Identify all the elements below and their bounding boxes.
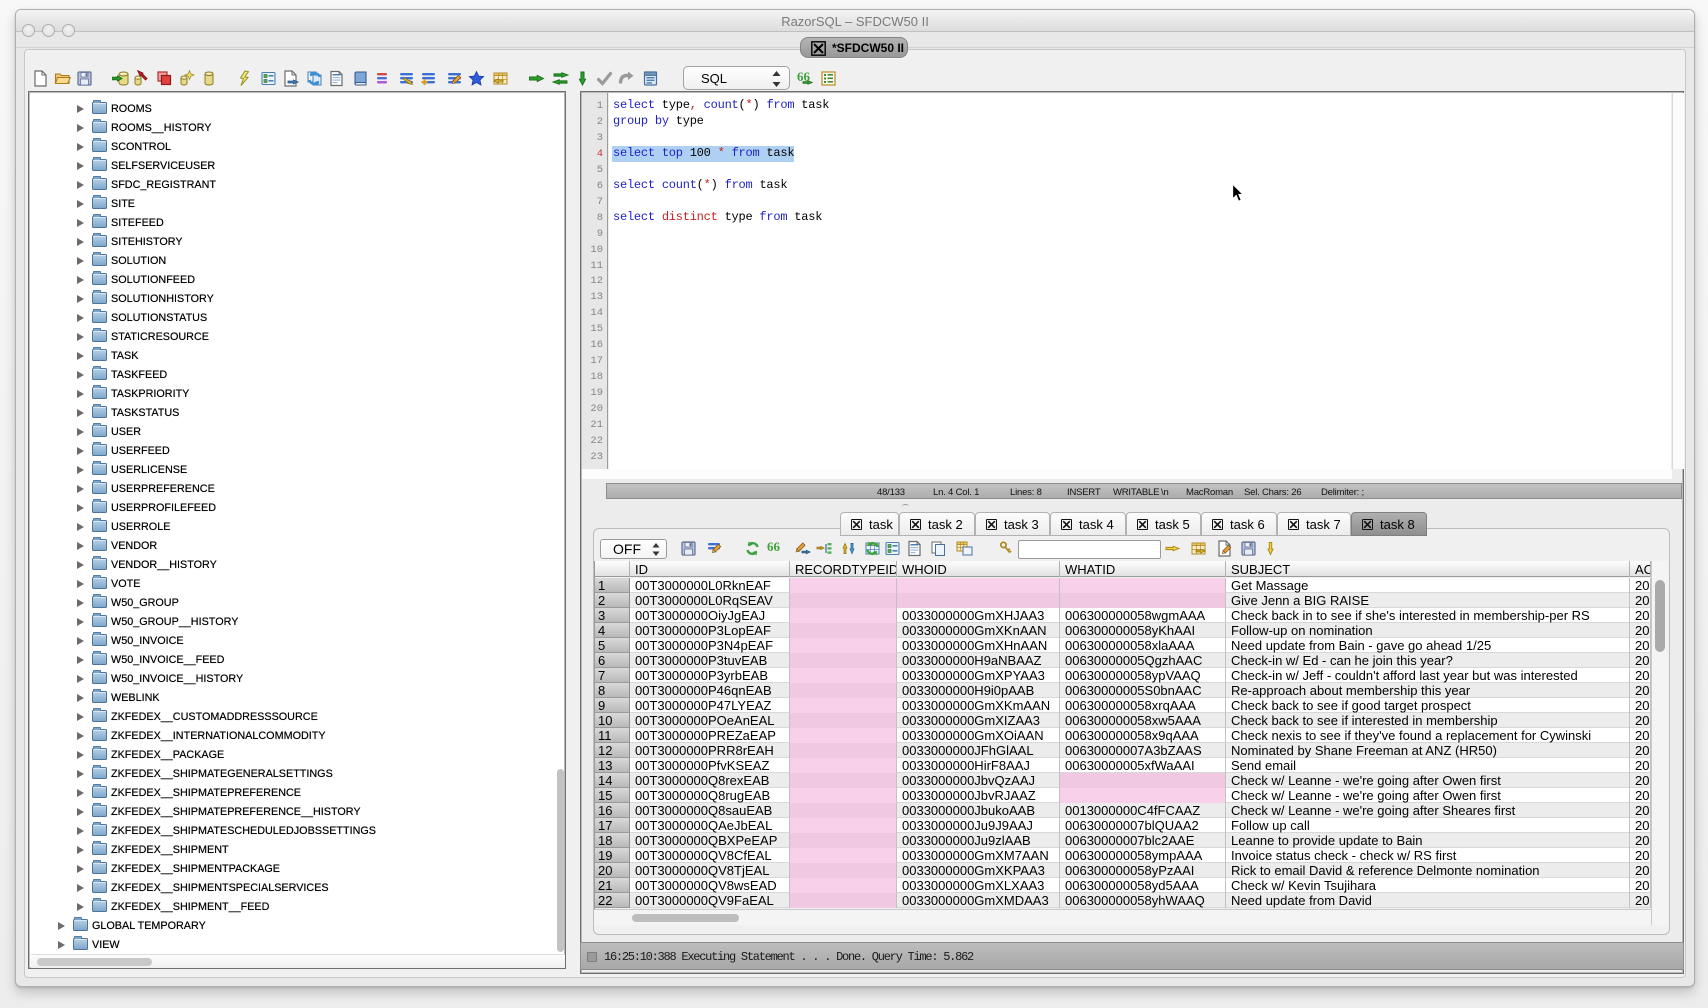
svg-text:66: 66: [767, 540, 781, 554]
